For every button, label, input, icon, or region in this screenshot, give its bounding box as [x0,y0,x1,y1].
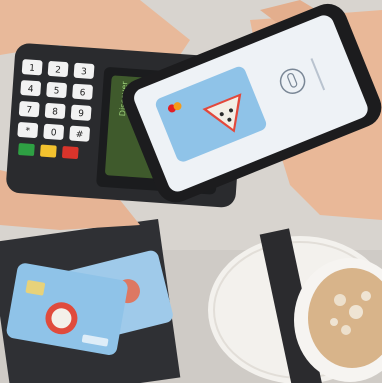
keypad-key-label: 4 [27,84,34,94]
keypad-key-label: 9 [78,109,85,119]
key-yellow [40,144,57,158]
keypad-key-label: 5 [53,86,59,96]
keypad-key-label: 6 [79,88,86,98]
key-red [62,146,79,159]
keypad-key-label: 8 [52,107,59,117]
keypad-key-label: 0 [50,128,57,138]
keypad-key-label: 1 [29,64,35,74]
keypad-key-label: 2 [55,65,61,75]
payment-scene: Discover 123456789*0# [0,0,382,383]
keypad-key-label: 7 [26,105,32,115]
scene-illustration: Discover 123456789*0# [0,0,382,383]
keypad-key-label: # [75,130,83,141]
keypad-key-label: 3 [81,67,87,77]
key-green [18,143,35,156]
